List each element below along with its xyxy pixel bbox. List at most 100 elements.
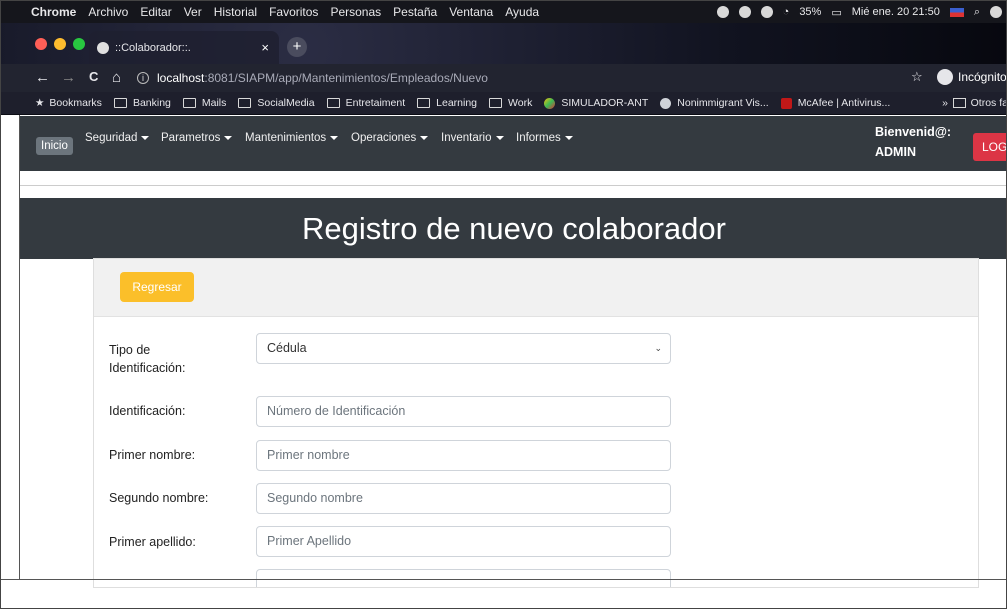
bookmark-star-icon[interactable]: ☆ (911, 69, 923, 85)
nav-parametros[interactable]: Parametros (161, 132, 233, 144)
nav-operaciones[interactable]: Operaciones (351, 132, 429, 144)
caret-down-icon (495, 135, 504, 140)
cloud-icon[interactable] (738, 6, 751, 18)
status-area: ◔ 35% ▭ Mié ene. 20 21:50 ⌕ (716, 1, 1006, 23)
menu-pestana[interactable]: Pestaña (393, 5, 437, 19)
bookmark-label: Entretaiment (345, 97, 406, 109)
logout-button[interactable]: LOG (973, 133, 1006, 161)
spotlight-icon[interactable]: ⌕ (974, 6, 980, 19)
forward-icon[interactable]: → (61, 69, 76, 86)
caret-down-icon (141, 135, 150, 140)
app-navbar: Inicio Seguridad Parametros Mantenimient… (20, 116, 1006, 171)
caret-down-icon (224, 135, 233, 140)
bookmark-otros-favoritos[interactable]: Otros fa (952, 97, 1006, 109)
nav-label: Informes (516, 132, 561, 144)
menu-ayuda[interactable]: Ayuda (505, 5, 539, 19)
page-title: Registro de nuevo colaborador (20, 198, 1006, 259)
bookmark-banking[interactable]: Banking (113, 97, 171, 109)
battery-icon[interactable]: ▭ (831, 6, 841, 19)
primer-apellido-input[interactable]: Primer Apellido (256, 526, 671, 557)
caret-down-icon (564, 135, 573, 140)
menu-favoritos[interactable]: Favoritos (269, 5, 318, 19)
back-button[interactable]: Regresar (120, 272, 194, 302)
home-icon[interactable]: ⌂ (112, 69, 121, 86)
bookmark-entretaiment[interactable]: Entretaiment (326, 97, 406, 109)
tab-favicon-icon (97, 41, 109, 54)
bookmark-label: Banking (132, 97, 171, 109)
bookmark-nonimmigrant[interactable]: Nonimmigrant Vis... (660, 97, 769, 109)
incognito-indicator[interactable]: Incógnito (937, 69, 1006, 85)
bookmark-label: McAfee | Antivirus... (797, 97, 891, 109)
macos-menu-bar: Chrome Archivo Editar Ver Historial Favo… (1, 1, 1006, 23)
bookmark-learning[interactable]: Learning (417, 97, 477, 109)
browser-tab-strip: ::Colaborador::. × + (1, 23, 1006, 64)
bookmark-mcafee[interactable]: McAfee | Antivirus... (780, 97, 891, 109)
clock[interactable]: Mié ene. 20 21:50 (852, 6, 940, 18)
battery-percent[interactable]: 35% (799, 6, 821, 18)
seal-icon (660, 97, 672, 109)
bookmarks-more-icon[interactable]: » (942, 97, 948, 109)
url-path: :8081/SIAPM/app/Mantenimientos/Empleados… (204, 71, 488, 85)
folder-icon (182, 98, 196, 108)
bookmark-mails[interactable]: Mails (182, 97, 227, 109)
tipo-identificacion-select[interactable]: Cédula ⌄ (256, 333, 671, 364)
reload-icon[interactable]: C (89, 69, 98, 84)
caret-down-icon (420, 135, 429, 140)
nav-inicio-button[interactable]: Inicio (36, 137, 73, 155)
identificacion-input[interactable]: Número de Identificación (256, 396, 671, 427)
url-input[interactable]: i localhost:8081/SIAPM/app/Mantenimiento… (137, 67, 907, 89)
minimize-window-button[interactable] (54, 38, 66, 50)
chevron-down-icon: ⌄ (654, 343, 662, 353)
identificacion-label: Identificación: (109, 404, 186, 418)
menu-ver[interactable]: Ver (184, 5, 202, 19)
tab-close-icon[interactable]: × (261, 40, 269, 55)
nav-mantenimientos[interactable]: Mantenimientos (245, 132, 339, 144)
docker-icon[interactable] (760, 6, 773, 18)
simulador-icon (544, 97, 556, 109)
primer-apellido-label: Primer apellido: (109, 535, 196, 549)
close-window-button[interactable] (35, 38, 47, 50)
welcome-label: Bienvenid@: (875, 125, 952, 139)
welcome-user: Bienvenid@: ADMIN (875, 122, 951, 162)
siri-icon[interactable] (990, 6, 1002, 18)
nav-inventario[interactable]: Inventario (441, 132, 504, 144)
bookmark-label: Mails (201, 97, 227, 109)
menu-archivo[interactable]: Archivo (88, 5, 128, 19)
flag-icon[interactable] (949, 7, 964, 17)
nav-informes[interactable]: Informes (516, 132, 573, 144)
segundo-nombre-input[interactable]: Segundo nombre (256, 483, 671, 514)
star-icon: ★ (35, 97, 45, 109)
browser-tab[interactable]: ::Colaborador::. × (89, 31, 279, 64)
menu-editar[interactable]: Editar (140, 5, 171, 19)
folder-icon (238, 98, 252, 108)
status-app-icon[interactable] (716, 6, 729, 18)
folder-icon (113, 98, 127, 108)
zoom-window-button[interactable] (73, 38, 85, 50)
bookmark-bookmarks[interactable]: ★ Bookmarks (35, 97, 102, 109)
back-icon[interactable]: ← (35, 69, 50, 86)
menu-historial[interactable]: Historial (214, 5, 257, 19)
menu-ventana[interactable]: Ventana (449, 5, 493, 19)
bookmark-socialmedia[interactable]: SocialMedia (238, 97, 315, 109)
form-card: Regresar Tipo de Identificación: Cédula … (93, 258, 979, 588)
tipo-identificacion-label: Tipo de Identificación: (109, 343, 186, 375)
mcafee-icon (780, 97, 792, 109)
select-value: Cédula (267, 341, 307, 355)
bookmark-label: Bookmarks (49, 97, 102, 109)
bookmark-label: Work (508, 97, 533, 109)
menu-personas[interactable]: Personas (330, 5, 381, 19)
bookmarks-bar: ★ Bookmarks Banking Mails SocialMedia Ent… (1, 92, 1006, 115)
nav-label: Seguridad (85, 132, 138, 144)
bookmark-simulador-ant[interactable]: SIMULADOR-ANT (544, 97, 648, 109)
nav-seguridad[interactable]: Seguridad (85, 132, 150, 144)
primer-nombre-input[interactable]: Primer nombre (256, 440, 671, 471)
bookmark-work[interactable]: Work (489, 97, 532, 109)
new-tab-button[interactable]: + (287, 37, 307, 57)
viewport-bottom-edge (1, 579, 1006, 580)
nav-label: Parametros (161, 132, 221, 144)
info-icon[interactable]: i (137, 72, 149, 84)
username: ADMIN (875, 145, 916, 159)
bookmark-label: SocialMedia (257, 97, 315, 109)
wifi-icon[interactable]: ◔ (783, 6, 790, 18)
menu-chrome[interactable]: Chrome (31, 5, 76, 19)
